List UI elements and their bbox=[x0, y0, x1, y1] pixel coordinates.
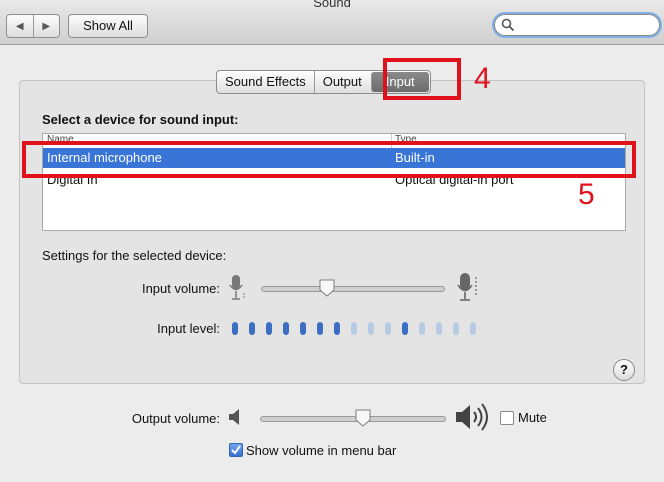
input-volume-label: Input volume: bbox=[141, 281, 220, 296]
search-input[interactable] bbox=[494, 14, 660, 36]
tab-sound-effects[interactable]: Sound Effects bbox=[217, 71, 314, 93]
mute-checkbox[interactable] bbox=[500, 411, 514, 425]
output-volume-slider[interactable] bbox=[260, 416, 446, 422]
mute-label[interactable]: Mute bbox=[518, 410, 547, 425]
input-volume-thumb[interactable] bbox=[319, 279, 335, 297]
annotation-box-device-row bbox=[22, 141, 636, 178]
back-button[interactable]: ◀ bbox=[7, 15, 33, 37]
checkmark-icon bbox=[231, 445, 241, 455]
settings-label: Settings for the selected device: bbox=[42, 248, 227, 263]
search-icon bbox=[501, 18, 515, 32]
output-volume-thumb[interactable] bbox=[355, 409, 371, 427]
window-toolbar: Sound ◀ ▶ Show All bbox=[0, 0, 664, 45]
speaker-quiet-icon bbox=[229, 409, 239, 425]
input-level-segment bbox=[385, 322, 391, 335]
device-section-title: Select a device for sound input: bbox=[42, 112, 239, 127]
output-volume-label: Output volume: bbox=[131, 411, 220, 426]
forward-button[interactable]: ▶ bbox=[32, 15, 60, 37]
input-level-meter bbox=[232, 321, 492, 337]
show-all-button[interactable]: Show All bbox=[68, 14, 148, 38]
annotation-box-input-tab bbox=[383, 58, 461, 100]
nav-buttons: ◀ ▶ bbox=[6, 14, 60, 38]
input-level-segment bbox=[334, 322, 340, 335]
annotation-number-5: 5 bbox=[578, 178, 595, 211]
annotation-number-4: 4 bbox=[474, 62, 491, 95]
window-title: Sound bbox=[313, 0, 351, 10]
input-level-segment bbox=[317, 322, 323, 335]
show-volume-checkbox[interactable] bbox=[229, 443, 243, 457]
input-level-segment bbox=[453, 322, 459, 335]
show-volume-label[interactable]: Show volume in menu bar bbox=[246, 443, 396, 458]
input-level-segment bbox=[300, 322, 306, 335]
input-level-segment bbox=[249, 322, 255, 335]
microphone-loud-icon bbox=[457, 273, 477, 301]
microphone-quiet-icon bbox=[229, 275, 245, 300]
input-level-segment bbox=[283, 322, 289, 335]
input-level-segment bbox=[266, 322, 272, 335]
input-level-segment bbox=[351, 322, 357, 335]
input-level-segment bbox=[368, 322, 374, 335]
input-volume-slider[interactable] bbox=[261, 286, 445, 292]
tab-output[interactable]: Output bbox=[313, 71, 370, 93]
input-level-segment bbox=[470, 322, 476, 335]
input-level-segment bbox=[232, 322, 238, 335]
help-button[interactable]: ? bbox=[613, 359, 635, 381]
input-panel: Select a device for sound input: Name Ty… bbox=[19, 80, 645, 384]
input-level-segment bbox=[402, 322, 408, 335]
speaker-loud-icon bbox=[456, 403, 488, 431]
input-level-segment bbox=[419, 322, 425, 335]
input-level-label: Input level: bbox=[157, 321, 220, 336]
input-level-segment bbox=[436, 322, 442, 335]
